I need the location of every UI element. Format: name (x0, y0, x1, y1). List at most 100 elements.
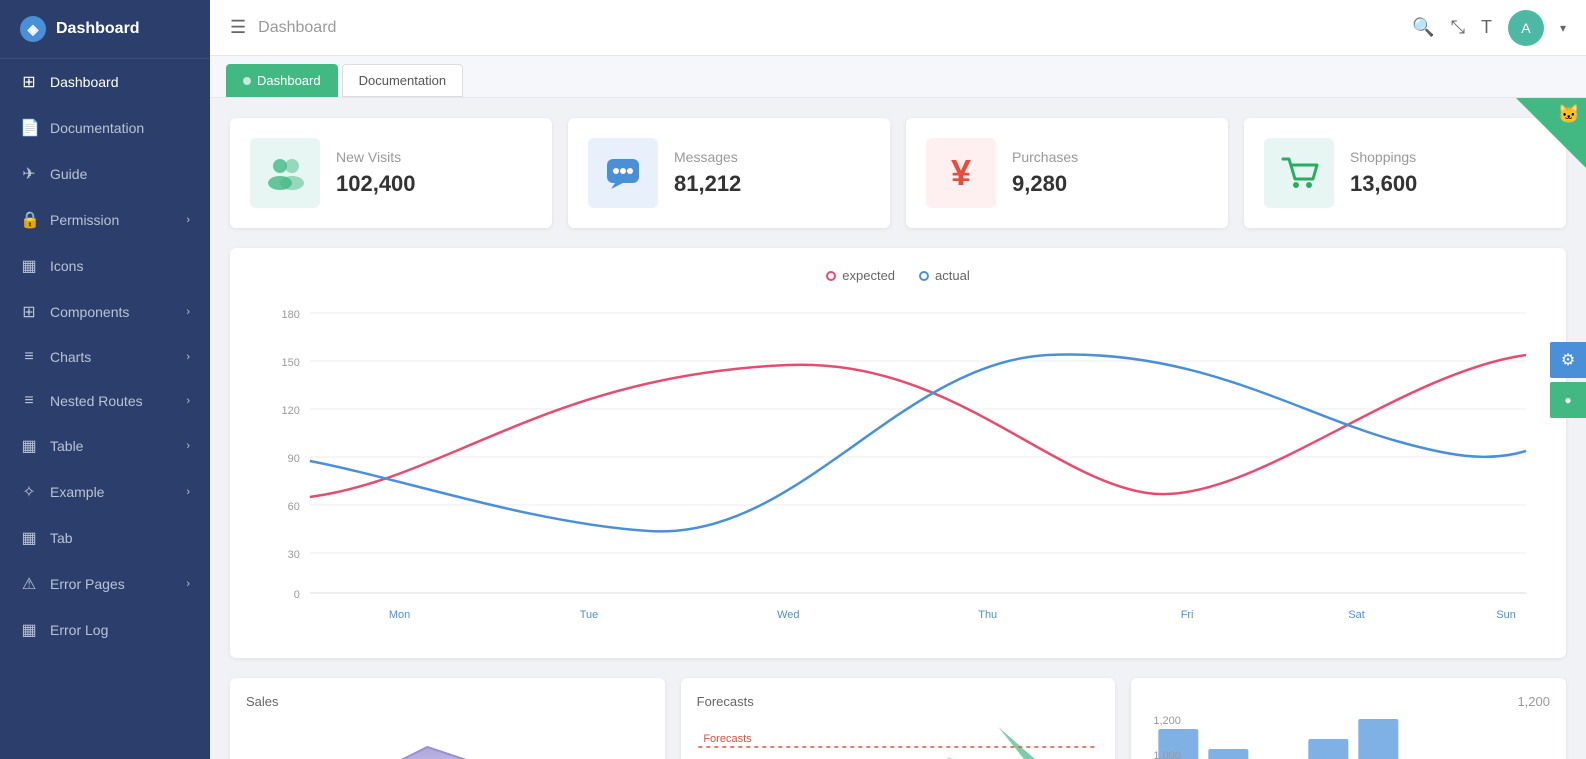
messages-icon (588, 138, 658, 208)
sidebar-item-charts[interactable]: ≡ Charts › (0, 335, 210, 379)
cart-svg (1279, 153, 1319, 193)
y-label-180: 180 (282, 309, 300, 321)
sidebar-item-guide[interactable]: ✈ Guide (0, 151, 210, 197)
chevron-icon: › (186, 486, 190, 498)
dropdown-arrow[interactable]: ▾ (1560, 21, 1566, 35)
chevron-icon: › (186, 214, 190, 226)
sidebar-item-label: Table (50, 438, 174, 454)
stat-card-shoppings: Shoppings 13,600 (1244, 118, 1566, 228)
stat-value: 13,600 (1350, 171, 1546, 197)
legend-dot-expected (826, 271, 836, 281)
stat-value: 9,280 (1012, 171, 1208, 197)
stat-info-messages: Messages 81,212 (674, 149, 870, 197)
sidebar-item-tab[interactable]: ▦ Tab (0, 515, 210, 561)
sidebar-item-label: Charts (50, 349, 174, 365)
right-panel: ⚙ ● (1550, 342, 1586, 418)
x-label-sat: Sat (1348, 609, 1364, 621)
bottom-chart-sales: Sales (230, 678, 665, 759)
new-visits-icon (250, 138, 320, 208)
y-label-150: 150 (282, 357, 300, 369)
stat-cards: New Visits 102,400 Messages 81,2 (230, 118, 1566, 228)
stat-info-shoppings: Shoppings 13,600 (1350, 149, 1546, 197)
example-icon: ✧ (20, 482, 38, 502)
legend-label-expected: expected (842, 268, 895, 283)
guide-icon: ✈ (20, 164, 38, 184)
error-pages-icon: ⚠ (20, 574, 38, 594)
sidebar-item-table[interactable]: ▦ Table › (0, 423, 210, 469)
sidebar-item-icons[interactable]: ▦ Icons (0, 243, 210, 289)
sidebar-item-components[interactable]: ⊞ Components › (0, 289, 210, 335)
charts-icon: ≡ (20, 348, 38, 366)
sidebar-item-label: Nested Routes (50, 393, 174, 409)
stat-label: New Visits (336, 149, 532, 165)
sidebar-item-label: Tab (50, 530, 190, 546)
sidebar-item-label: Error Pages (50, 576, 174, 592)
y-label-120: 120 (282, 405, 300, 417)
stat-label: Shoppings (1350, 149, 1546, 165)
sidebar-item-nested-routes[interactable]: ≡ Nested Routes › (0, 379, 210, 423)
bottom-charts: Sales Forecasts (230, 678, 1566, 759)
avatar[interactable]: A (1508, 10, 1544, 46)
main-area: ☰ Dashboard 🔍 ⤡ T A ▾ Dashboard Document… (210, 0, 1586, 759)
sales-chart-svg (246, 717, 649, 759)
sidebar-logo: ◈ Dashboard (0, 0, 210, 59)
header-actions: 🔍 ⤡ T A ▾ (1412, 10, 1566, 46)
settings-button[interactable]: ⚙ (1550, 342, 1586, 378)
logo-icon: ◈ (20, 16, 46, 42)
forecasts-chart-title: Forecasts (697, 694, 1100, 709)
tab-label-documentation: Documentation (359, 73, 446, 88)
tab-icon: ▦ (20, 528, 38, 548)
stat-card-purchases: ¥ Purchases 9,280 (906, 118, 1228, 228)
nested-routes-icon: ≡ (20, 392, 38, 410)
forecasts-chart-svg: Forecasts Gold (697, 717, 1100, 759)
tabs-bar: Dashboard Documentation (210, 56, 1586, 98)
search-icon[interactable]: 🔍 (1412, 17, 1434, 38)
content-area: 🐱 New Visits 102,400 (210, 98, 1586, 759)
sidebar-item-permission[interactable]: 🔒 Permission › (0, 197, 210, 243)
stat-card-new-visits: New Visits 102,400 (230, 118, 552, 228)
users-svg (265, 153, 305, 193)
sidebar-item-documentation[interactable]: 📄 Documentation (0, 105, 210, 151)
components-icon: ⊞ (20, 302, 38, 322)
theme-button[interactable]: ● (1550, 382, 1586, 418)
sidebar-item-example[interactable]: ✧ Example › (0, 469, 210, 515)
tab-documentation[interactable]: Documentation (342, 64, 463, 97)
error-log-icon: ▦ (20, 620, 38, 640)
tab-dashboard[interactable]: Dashboard (226, 64, 338, 97)
y-label-30: 30 (288, 549, 300, 561)
chevron-icon: › (186, 395, 190, 407)
svg-text:1,200: 1,200 (1154, 715, 1182, 727)
fullscreen-icon[interactable]: ⤡ (1451, 17, 1465, 38)
sidebar-item-dashboard[interactable]: ⊞ Dashboard (0, 59, 210, 105)
line-chart-container: expected actual 180 150 120 (230, 248, 1566, 658)
x-label-sun: Sun (1496, 609, 1516, 621)
purchases-icon: ¥ (926, 138, 996, 208)
tab-label-dashboard: Dashboard (257, 73, 321, 88)
stat-label: Messages (674, 149, 870, 165)
chat-svg (603, 153, 643, 193)
sidebar-item-label: Documentation (50, 120, 190, 136)
x-label-wed: Wed (777, 609, 799, 621)
legend-label-actual: actual (935, 268, 970, 283)
y-label-90: 90 (288, 453, 300, 465)
permission-icon: 🔒 (20, 210, 38, 230)
font-size-icon[interactable]: T (1481, 17, 1492, 38)
y-label-60: 60 (288, 501, 300, 513)
stat-value: 81,212 (674, 171, 870, 197)
sidebar-item-label: Error Log (50, 622, 190, 638)
sidebar-item-label: Permission (50, 212, 174, 228)
menu-icon[interactable]: ☰ (230, 17, 246, 38)
sidebar-item-label: Guide (50, 166, 190, 182)
table-icon: ▦ (20, 436, 38, 456)
chevron-icon: › (186, 440, 190, 452)
stat-value: 102,400 (336, 171, 532, 197)
sidebar-item-label: Icons (50, 258, 190, 274)
header: ☰ Dashboard 🔍 ⤡ T A ▾ (210, 0, 1586, 56)
sidebar-item-error-log[interactable]: ▦ Error Log (0, 607, 210, 653)
bottom-chart-revenue: 1,200 1,200 1,000 (1131, 678, 1566, 759)
sidebar-item-error-pages[interactable]: ⚠ Error Pages › (0, 561, 210, 607)
icons-icon: ▦ (20, 256, 38, 276)
sidebar-item-label: Components (50, 304, 174, 320)
tab-dot-active (243, 77, 251, 85)
sales-chart-title: Sales (246, 694, 649, 709)
